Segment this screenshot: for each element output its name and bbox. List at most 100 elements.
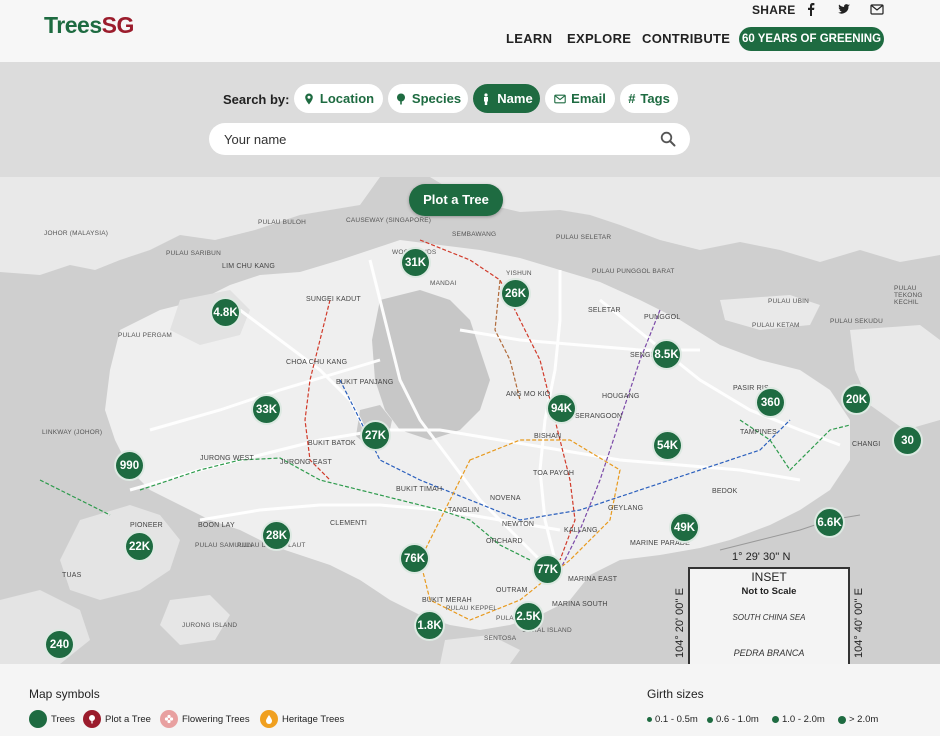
plot-a-tree-button[interactable]: Plot a Tree	[409, 184, 503, 216]
place-label: TUAS	[62, 572, 82, 579]
chip-species-label: Species	[411, 91, 462, 106]
nav-contribute[interactable]: CONTRIBUTE	[642, 31, 730, 46]
place-label: LINKWAY (JOHOR)	[42, 429, 103, 436]
search-icon[interactable]	[660, 131, 676, 147]
logo-text-trees: Trees	[44, 12, 102, 38]
place-label: PULAU BULOH	[258, 219, 307, 226]
place-label: MARINA EAST	[568, 576, 618, 583]
heritage-symbol-icon	[260, 710, 278, 728]
tree-cluster[interactable]: 94K	[546, 393, 577, 424]
jurong-island	[60, 505, 180, 600]
tree-cluster[interactable]: 20K	[841, 384, 872, 415]
tree-cluster[interactable]: 22K	[124, 531, 155, 562]
twitter-icon[interactable]	[837, 2, 851, 16]
tree-cluster[interactable]: 6.6K	[814, 507, 845, 538]
place-label: MARINA SOUTH	[552, 601, 608, 608]
tree-cluster[interactable]: 360	[755, 387, 786, 418]
girth-label: > 2.0m	[849, 714, 879, 725]
tree-cluster[interactable]: 28K	[261, 520, 292, 551]
place-label: PULAU SELETAR	[556, 234, 612, 241]
tree-cluster[interactable]: 240	[44, 629, 75, 660]
place-label: BUKIT PANJANG	[336, 379, 394, 386]
tree-cluster[interactable]: 77K	[532, 554, 563, 585]
nav-learn[interactable]: LEARN	[506, 31, 552, 46]
place-label: JURONG WEST	[200, 455, 254, 462]
map-pin-icon	[305, 93, 313, 104]
place-label: SELETAR	[588, 307, 621, 314]
legend-plot-a-tree-label: Plot a Tree	[105, 713, 151, 725]
place-label: BUKIT MERAH	[422, 597, 472, 604]
place-label: SENTOSA	[484, 635, 517, 642]
tree-cluster[interactable]: 26K	[500, 278, 531, 309]
chip-species[interactable]: Species	[388, 84, 468, 113]
inset-subtitle: Not to Scale	[741, 586, 797, 597]
map-symbols-title: Map symbols	[29, 687, 100, 701]
tree-cluster[interactable]: 54K	[652, 430, 683, 461]
legend-trees-label: Trees	[51, 713, 75, 725]
legend-plot-a-tree: Plot a Tree	[83, 710, 151, 728]
legend-trees: Trees	[29, 710, 75, 728]
southern-island	[160, 595, 230, 645]
johor-landmass	[0, 177, 380, 275]
place-label: NEWTON	[502, 521, 535, 528]
name-search-input[interactable]	[209, 123, 690, 155]
place-label: PUNGGOL	[644, 314, 681, 321]
place-label: BOON LAY	[198, 522, 235, 529]
chip-tags[interactable]: # Tags	[620, 84, 678, 113]
chip-name[interactable]: Name	[473, 84, 540, 113]
tree-cluster[interactable]: 4.8K	[210, 297, 241, 328]
rts-link	[39, 479, 111, 516]
johor-east-landmass	[430, 177, 940, 262]
share-label: SHARE	[752, 3, 796, 17]
place-label: BEDOK	[712, 488, 738, 495]
logo-text-sg: SG	[101, 12, 135, 38]
tree-cluster[interactable]: 27K	[360, 420, 391, 451]
legend-flowering-trees: Flowering Trees	[160, 710, 250, 728]
site-logo[interactable]: TreesSG	[44, 12, 134, 39]
chip-email[interactable]: Email	[545, 84, 615, 113]
inset-sea-label: SOUTH CHINA SEA	[732, 613, 806, 622]
place-label: YISHUN	[506, 270, 532, 277]
place-label: ORCHARD	[486, 538, 523, 545]
plot-tree-symbol-icon	[83, 710, 101, 728]
tree-cluster[interactable]: 8.5K	[651, 339, 682, 370]
email-share-icon[interactable]	[870, 2, 884, 16]
tree-cluster[interactable]: 76K	[399, 543, 430, 574]
tree-cluster[interactable]: 990	[114, 450, 145, 481]
place-label: TOA PAYOH	[533, 470, 575, 477]
nav-60-years-button[interactable]: 60 YEARS OF GREENING	[739, 27, 884, 51]
girth-dot-icon	[707, 716, 713, 723]
tree-icon	[396, 93, 405, 104]
place-label: TANGLIN	[448, 507, 480, 514]
tree-cluster[interactable]: 49K	[669, 512, 700, 543]
tree-cluster[interactable]: 1.8K	[414, 610, 445, 641]
nav-explore[interactable]: EXPLORE	[567, 31, 631, 46]
envelope-icon	[554, 94, 566, 103]
girth-size-1: 0.1 - 0.5m	[647, 714, 698, 725]
chip-name-label: Name	[497, 91, 533, 106]
girth-dot-icon	[838, 715, 846, 724]
pulau-tekong	[850, 325, 940, 430]
legend-heritage-trees: Heritage Trees	[260, 710, 344, 728]
girth-dot-icon	[647, 717, 652, 722]
tree-cluster[interactable]: 31K	[400, 247, 431, 278]
girth-label: 0.1 - 0.5m	[655, 714, 698, 725]
place-label: PULAU PERGAM	[118, 332, 173, 339]
chip-location[interactable]: Location	[294, 84, 383, 113]
legend-flowering-trees-label: Flowering Trees	[182, 713, 250, 725]
inset-island-label: PEDRA BRANCA	[733, 648, 805, 658]
tree-cluster[interactable]: 33K	[251, 394, 282, 425]
chip-email-label: Email	[571, 91, 606, 106]
place-label: PIONEER	[130, 522, 163, 529]
flower-symbol-icon	[160, 710, 178, 728]
hash-icon: #	[628, 91, 636, 106]
place-label: JOHOR (MALAYSIA)	[44, 230, 109, 237]
place-label: OUTRAM	[496, 587, 528, 594]
facebook-icon[interactable]	[804, 2, 818, 16]
tree-cluster[interactable]: 30	[892, 425, 923, 456]
tree-cluster[interactable]: 2.5K	[513, 601, 544, 632]
place-label: LIM CHU KANG	[222, 263, 275, 270]
search-panel	[0, 62, 940, 177]
place-label: KALLANG	[564, 527, 598, 534]
girth-size-3: 1.0 - 2.0m	[772, 714, 825, 725]
